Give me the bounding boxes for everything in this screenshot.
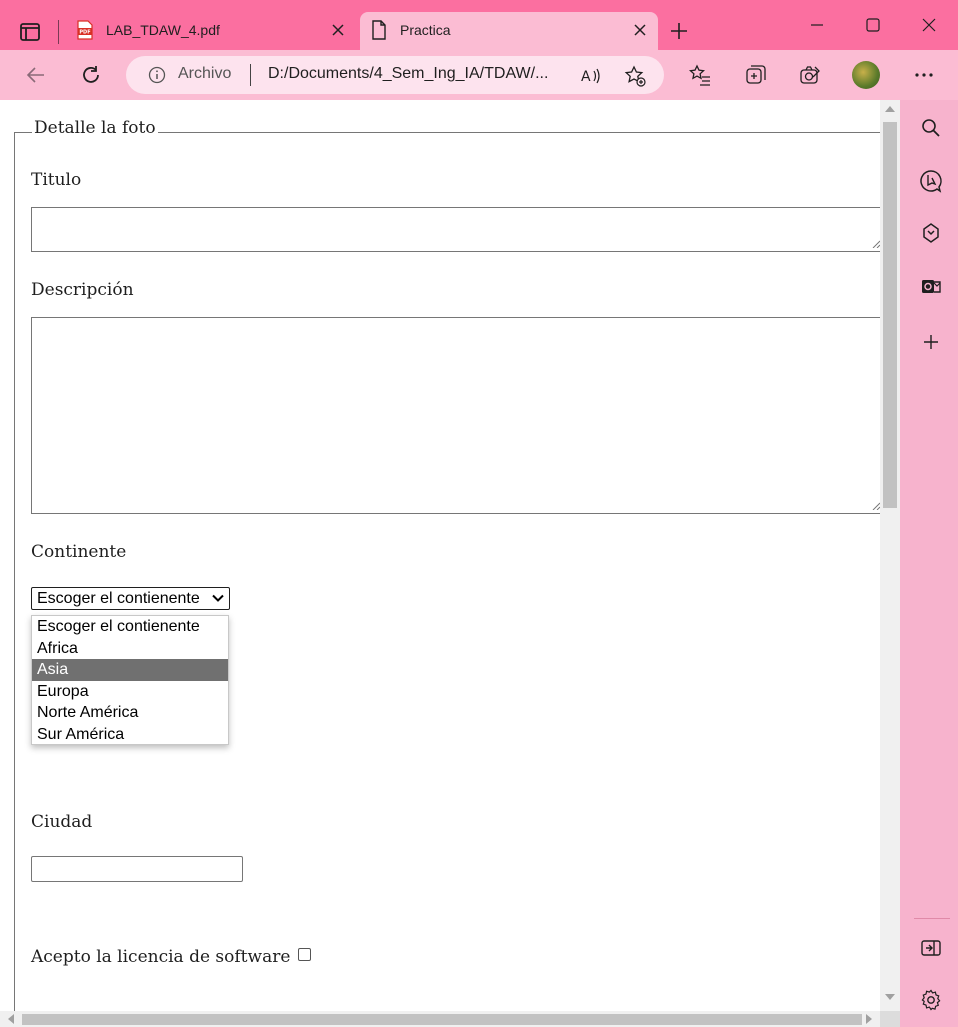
ciudad-label: Ciudad	[31, 812, 93, 832]
tab-title: Practica	[400, 22, 451, 38]
tab-separator	[58, 20, 59, 44]
url-text[interactable]: D:/Documents/4_Sem_Ing_IA/TDAW/...	[268, 65, 548, 83]
tab-actions-icon	[20, 23, 40, 41]
add-favorite-icon[interactable]	[624, 65, 646, 87]
svg-text:A: A	[581, 69, 591, 85]
descripcion-label: Descripción	[31, 280, 134, 300]
ciudad-input[interactable]	[31, 856, 243, 882]
scroll-right-icon[interactable]	[866, 1014, 872, 1024]
minimize-icon[interactable]	[806, 14, 828, 36]
hide-sidebar-icon[interactable]	[919, 936, 943, 960]
titulo-label: Titulo	[31, 170, 82, 190]
back-icon[interactable]	[24, 63, 48, 87]
info-icon[interactable]	[148, 66, 166, 84]
scroll-down-icon[interactable]	[885, 994, 895, 1000]
copilot-icon[interactable]	[919, 169, 943, 193]
tab-bar: PDF LAB_TDAW_4.pdf Practica	[0, 0, 958, 50]
continente-option-highlighted[interactable]: Asia	[32, 659, 228, 681]
horizontal-scrollbar[interactable]	[0, 1011, 880, 1027]
chevron-down-icon	[212, 594, 224, 602]
fieldset-legend: Detalle la foto	[32, 118, 158, 138]
tab-practica[interactable]: Practica	[360, 12, 658, 50]
sidebar-separator	[914, 918, 950, 919]
svg-text:PDF: PDF	[79, 30, 90, 36]
page-viewport: Detalle la foto Titulo Descripción Conti…	[0, 100, 900, 1027]
resize-handle-icon[interactable]	[872, 502, 880, 510]
collections-icon[interactable]	[744, 63, 768, 87]
address-bar[interactable]: Archivo D:/Documents/4_Sem_Ing_IA/TDAW/.…	[126, 56, 664, 94]
licencia-label: Acepto la licencia de software	[31, 947, 291, 967]
continente-option[interactable]: Sur América	[32, 724, 228, 746]
address-separator	[250, 64, 251, 86]
close-icon[interactable]	[632, 22, 648, 38]
tab-actions-button[interactable]	[12, 14, 48, 50]
profile-avatar[interactable]	[852, 61, 880, 89]
continente-dropdown: Escoger el contienente Africa Asia Europ…	[31, 615, 229, 745]
horizontal-scroll-thumb[interactable]	[22, 1014, 862, 1025]
resize-handle-icon[interactable]	[872, 240, 880, 248]
continente-label: Continente	[31, 542, 127, 562]
close-window-icon[interactable]	[918, 14, 940, 36]
search-icon[interactable]	[919, 116, 943, 140]
favorites-icon[interactable]	[688, 63, 712, 87]
more-options-icon[interactable]	[912, 63, 936, 87]
scroll-left-icon[interactable]	[8, 1014, 14, 1024]
continente-option[interactable]: Europa	[32, 681, 228, 703]
page-icon	[372, 20, 386, 40]
titulo-textarea[interactable]	[31, 207, 883, 252]
browser-window: PDF LAB_TDAW_4.pdf Practica Archivo D:/D…	[0, 0, 958, 1027]
vertical-scroll-thumb[interactable]	[883, 122, 897, 508]
read-aloud-icon[interactable]: A	[580, 65, 602, 87]
settings-gear-icon[interactable]	[919, 988, 943, 1012]
edge-sidebar	[902, 100, 958, 1027]
descripcion-textarea[interactable]	[31, 317, 883, 514]
scroll-up-icon[interactable]	[885, 106, 895, 112]
new-tab-icon[interactable]	[668, 20, 690, 42]
licencia-checkbox[interactable]	[298, 948, 311, 961]
scrollbar-corner	[880, 1011, 900, 1027]
add-icon[interactable]	[919, 330, 943, 354]
toolbar: Archivo D:/Documents/4_Sem_Ing_IA/TDAW/.…	[0, 50, 958, 100]
continente-option[interactable]: Norte América	[32, 702, 228, 724]
vertical-scrollbar[interactable]	[880, 100, 900, 1011]
tab-title: LAB_TDAW_4.pdf	[106, 22, 220, 38]
maximize-icon[interactable]	[862, 14, 884, 36]
security-label: Archivo	[178, 65, 232, 82]
continente-select[interactable]: Escoger el contienente	[31, 587, 230, 610]
tab-lab-tdaw[interactable]: PDF LAB_TDAW_4.pdf	[66, 12, 356, 50]
web-capture-icon[interactable]	[798, 63, 822, 87]
continente-option[interactable]: Escoger el contienente	[32, 616, 228, 638]
pdf-icon: PDF	[77, 20, 93, 40]
continente-option[interactable]: Africa	[32, 638, 228, 660]
photo-detail-fieldset	[14, 132, 894, 1027]
continente-selected-value: Escoger el contienente	[37, 590, 200, 607]
shopping-icon[interactable]	[919, 221, 943, 245]
outlook-icon[interactable]	[919, 274, 943, 298]
refresh-icon[interactable]	[79, 63, 103, 87]
close-icon[interactable]	[330, 22, 346, 38]
